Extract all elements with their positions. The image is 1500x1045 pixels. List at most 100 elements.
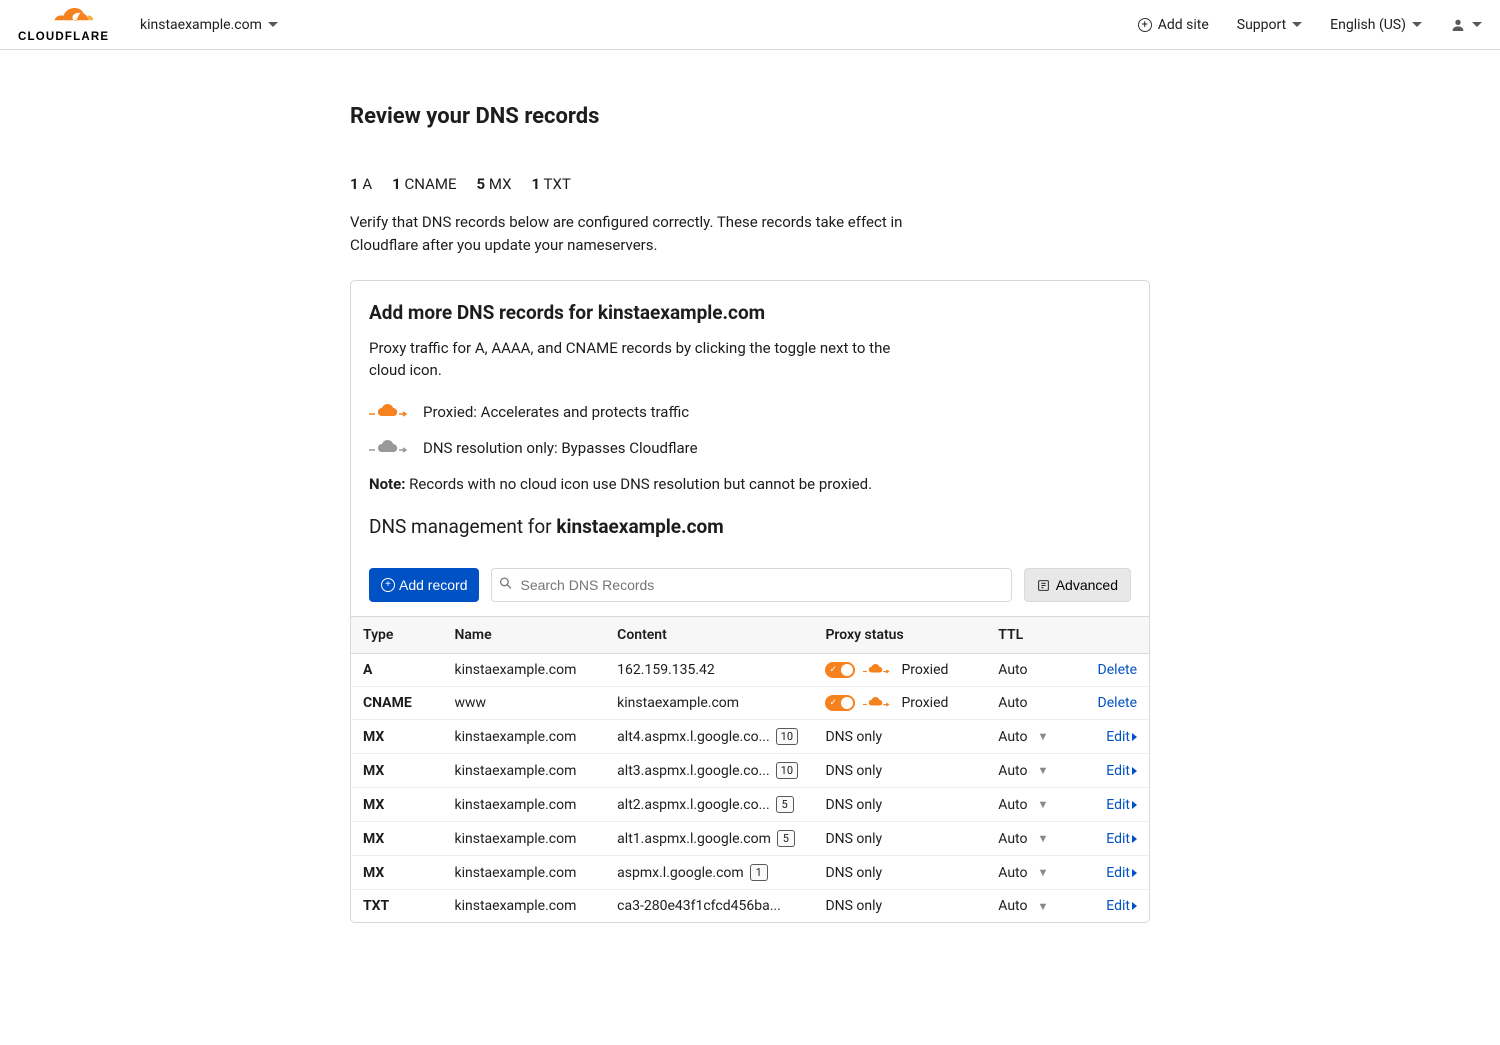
proxy-status-label: DNS only [825,763,882,779]
edit-link[interactable]: Edit [1106,865,1137,881]
th-type[interactable]: Type [351,617,443,654]
proxy-toggle[interactable]: ✓ [825,662,855,678]
ttl-value: Auto [998,898,1027,914]
ttl-value: Auto [998,729,1027,745]
edit-link[interactable]: Edit [1106,831,1137,847]
intro-text: Verify that DNS records below are config… [350,211,930,256]
th-proxy[interactable]: Proxy status [813,617,986,654]
cloud-proxied-icon [863,695,893,711]
arrow-right-icon [1132,869,1137,877]
ttl-value: Auto [998,865,1027,881]
ttl-dropdown[interactable]: ▼ [1037,832,1048,845]
cloudflare-logo[interactable]: CLOUDFLARE [18,8,114,42]
proxy-status-label: DNS only [825,898,882,914]
advanced-button[interactable]: Advanced [1024,568,1131,602]
th-name[interactable]: Name [443,617,606,654]
table-row: TXT kinstaexample.com ca3-280e43f1cfcd45… [351,890,1149,923]
th-content[interactable]: Content [605,617,813,654]
table-row: MX kinstaexample.com alt4.aspmx.l.google… [351,720,1149,754]
proxy-status-label: DNS only [825,797,882,813]
site-switcher[interactable]: kinstaexample.com [140,17,278,33]
record-content: alt2.aspmx.l.google.co... [617,797,769,813]
edit-link[interactable]: Edit [1106,729,1137,745]
ttl-dropdown[interactable]: ▼ [1037,764,1048,777]
delete-link[interactable]: Delete [1098,695,1137,711]
edit-link[interactable]: Edit [1106,797,1137,813]
table-row: MX kinstaexample.com alt3.aspmx.l.google… [351,754,1149,788]
add-site-button[interactable]: + Add site [1138,17,1209,33]
record-type: CNAME [363,695,412,711]
add-record-button[interactable]: + Add record [369,568,479,602]
edit-link[interactable]: Edit [1106,898,1137,914]
add-site-label: Add site [1158,17,1209,33]
table-row: MX kinstaexample.com alt1.aspmx.l.google… [351,822,1149,856]
table-row: CNAME www kinstaexample.com ✓ Proxied Au… [351,687,1149,720]
record-type: TXT [363,898,389,914]
delete-link[interactable]: Delete [1098,662,1137,678]
edit-link[interactable]: Edit [1106,763,1137,779]
ttl-dropdown[interactable]: ▼ [1037,900,1048,913]
record-content: 162.159.135.42 [617,662,715,678]
chevron-down-icon [1412,22,1422,27]
record-type: MX [363,831,384,847]
record-content: alt4.aspmx.l.google.co... [617,729,769,745]
record-name: kinstaexample.com [455,729,577,745]
search-input[interactable] [491,568,1011,602]
ttl-dropdown[interactable]: ▼ [1037,730,1048,743]
arrow-right-icon [1132,733,1137,741]
chevron-down-icon [1292,22,1302,27]
arrow-right-icon [1132,835,1137,843]
advanced-icon [1037,579,1050,592]
plus-circle-icon: + [381,578,395,592]
record-name: kinstaexample.com [455,898,577,914]
th-ttl[interactable]: TTL [986,617,1067,654]
search-icon [499,577,512,594]
priority-badge: 10 [776,728,798,745]
dns-table: Type Name Content Proxy status TTL A kin… [351,616,1149,922]
card-heading: Add more DNS records for kinstaexample.c… [369,301,1131,324]
record-name: kinstaexample.com [455,865,577,881]
proxy-status-label: Proxied [901,695,948,711]
language-label: English (US) [1330,17,1406,33]
ttl-value: Auto [998,797,1027,813]
arrow-right-icon [1132,902,1137,910]
summary-item: 5 MX [477,175,512,193]
add-record-label: Add record [399,577,467,593]
priority-badge: 1 [750,864,768,881]
record-name: kinstaexample.com [455,763,577,779]
language-menu[interactable]: English (US) [1330,17,1422,33]
priority-badge: 5 [777,830,795,847]
record-name: www [455,695,487,711]
cloud-dnsonly-icon [369,438,409,458]
support-menu[interactable]: Support [1237,17,1302,33]
legend-proxied-text: Proxied: Accelerates and protects traffi… [423,403,689,421]
advanced-label: Advanced [1056,577,1118,593]
cloud-proxied-icon [863,662,893,678]
summary-item: 1 A [350,175,372,193]
proxy-status-label: DNS only [825,831,882,847]
dns-card: Add more DNS records for kinstaexample.c… [350,280,1150,923]
ttl-value: Auto [998,662,1027,678]
cloud-proxied-icon [369,402,409,422]
priority-badge: 10 [776,762,798,779]
proxy-status-label: Proxied [901,662,948,678]
record-summary: 1 A 1 CNAME 5 MX 1 TXT [350,175,1150,193]
ttl-dropdown[interactable]: ▼ [1037,866,1048,879]
proxy-status-label: DNS only [825,865,882,881]
record-content: aspmx.l.google.com [617,865,744,881]
user-menu[interactable] [1450,17,1482,33]
table-row: A kinstaexample.com 162.159.135.42 ✓ Pro… [351,654,1149,687]
arrow-right-icon [1132,801,1137,809]
arrow-right-icon [1132,767,1137,775]
proxy-toggle[interactable]: ✓ [825,695,855,711]
dns-mgmt-heading: DNS management for kinstaexample.com [369,515,1131,538]
record-content: ca3-280e43f1cfcd456ba... [617,898,781,914]
chevron-down-icon [1472,22,1482,27]
record-type: MX [363,763,384,779]
ttl-dropdown[interactable]: ▼ [1037,798,1048,811]
user-icon [1450,17,1466,33]
th-action [1068,617,1149,654]
record-content: alt3.aspmx.l.google.co... [617,763,769,779]
toolbar: + Add record Advanced [351,554,1149,616]
plus-circle-icon: + [1138,18,1152,32]
